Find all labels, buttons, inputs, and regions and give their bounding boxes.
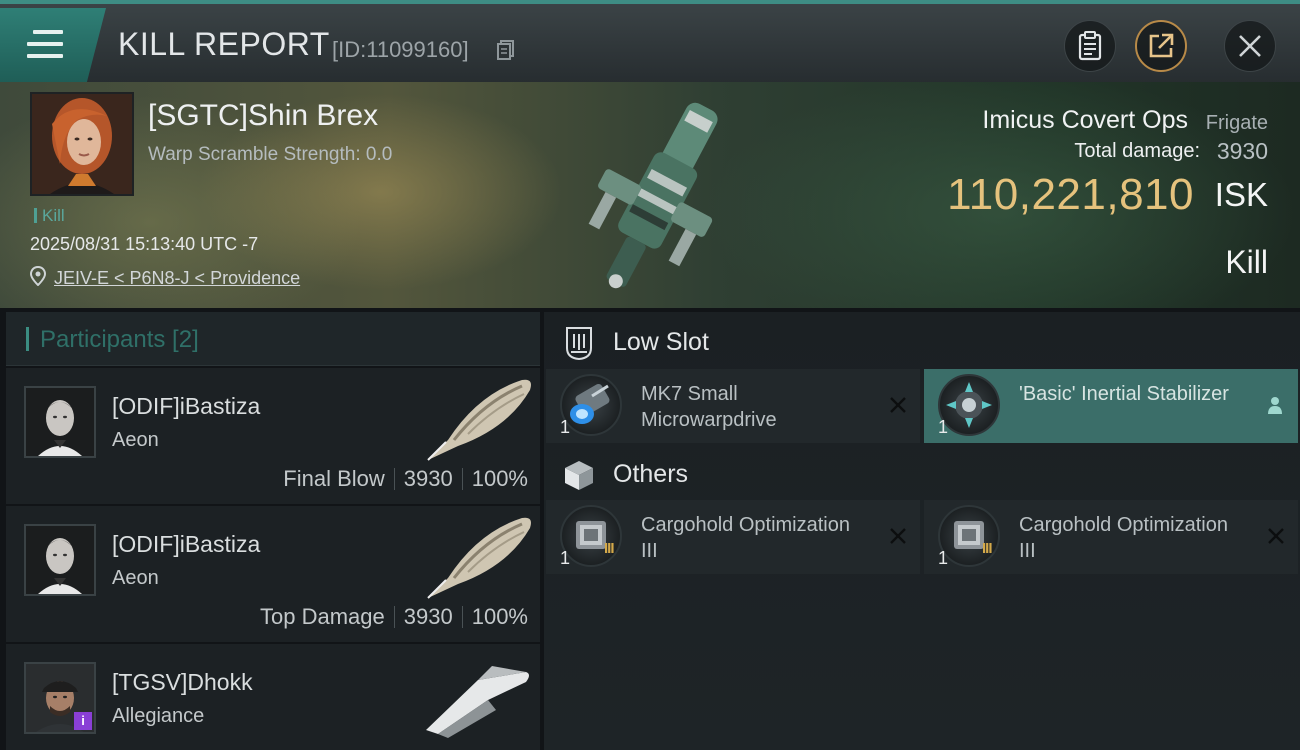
low-slot-title: Low Slot (613, 328, 709, 356)
close-button[interactable] (1224, 20, 1276, 72)
participant-avatar[interactable]: i (24, 662, 96, 734)
participants-panel: Participants [2] [ODIF]iBastiza Aeon Fin… (6, 312, 540, 750)
victim-name[interactable]: [SGTC]Shin Brex (148, 99, 378, 133)
module-quantity: 1 (560, 417, 571, 437)
participant-name[interactable]: [TGSV]Dhokk (112, 669, 253, 696)
participant-ship: Allegiance (112, 705, 205, 727)
total-damage-label: Total damage: (1074, 140, 1200, 162)
location-link[interactable]: JEIV-E < P6N8-J < Providence (54, 268, 300, 289)
total-damage-value: 3930 (1216, 138, 1268, 164)
dropped-person-icon (1268, 397, 1282, 414)
participant-name[interactable]: [ODIF]iBastiza (112, 531, 260, 558)
participant-role: Final Blow (283, 466, 385, 491)
participant-role: Top Damage (260, 604, 385, 629)
report-id: [ID:11099160] (332, 37, 469, 62)
module-quantity: 1 (560, 548, 571, 568)
participant-avatar[interactable] (24, 524, 96, 596)
participant-avatar[interactable] (24, 386, 96, 458)
participant-damage: 3930 (403, 604, 453, 629)
participant-row[interactable]: [ODIF]iBastiza Aeon Top Damage 3930 100% (6, 506, 540, 642)
participant-ship: Aeon (112, 429, 159, 451)
destroyed-x-icon (890, 528, 906, 544)
participant-damage: 3930 (403, 466, 453, 491)
participant-percent: 100% (471, 604, 528, 629)
module-quantity: 1 (938, 417, 949, 437)
victim-avatar (32, 94, 132, 194)
victim-ship-class: Frigate (1205, 112, 1268, 134)
module-slot[interactable]: III 1 Cargohold Optimization III (546, 500, 920, 574)
module-name: Cargohold Optimization III (1019, 514, 1228, 562)
participant-percent: 100% (471, 466, 528, 491)
header-bar: KILL REPORT [ID:11099160] (0, 0, 1300, 82)
copy-icon[interactable] (497, 40, 515, 60)
victim-ship-name: Imicus Covert Ops (982, 106, 1188, 134)
isk-unit: ISK (1214, 176, 1268, 213)
low-slot-icon (566, 327, 592, 360)
victim-banner: [SGTC]Shin Brex Warp Scramble Strength: … (0, 82, 1300, 308)
victim-portrait[interactable] (30, 92, 134, 196)
clipboard-button[interactable] (1064, 20, 1116, 72)
allegiance-ship-icon (426, 666, 529, 738)
victim-ship-render (588, 102, 718, 289)
clipboard-icon (1078, 31, 1102, 61)
module-name: Cargohold Optimization III (641, 514, 850, 562)
others-header: Others (544, 446, 1300, 502)
menu-icon (27, 30, 63, 60)
corp-badge: i (74, 712, 92, 730)
aeon-ship-icon (427, 517, 531, 599)
kill-tag: Kill (34, 206, 65, 226)
isk-value: 110,221,810 (947, 170, 1194, 219)
low-slot-header: Low Slot (544, 314, 1300, 370)
participant-ship: Aeon (112, 567, 159, 589)
module-name: MK7 Small Microwarpdrive (641, 383, 777, 431)
kill-datetime: 2025/08/31 15:13:40 UTC -7 (30, 234, 259, 254)
module-name: 'Basic' Inertial Stabilizer (1019, 383, 1229, 405)
participant-row[interactable]: [ODIF]iBastiza Aeon Final Blow 3930 100% (6, 368, 540, 504)
warp-scramble-strength: Warp Scramble Strength: 0.0 (148, 144, 393, 165)
menu-button[interactable] (0, 8, 106, 82)
tier-badge: III (982, 540, 992, 557)
others-title: Others (613, 460, 689, 488)
cube-icon (565, 461, 593, 490)
participant-row[interactable]: i [TGSV]Dhokk Allegiance (6, 644, 540, 750)
tier-badge: III (604, 540, 614, 557)
fitting-panel: Low Slot 1 MK7 Small Microwarpdrive 1 'B… (544, 312, 1300, 750)
share-icon (1149, 33, 1174, 58)
module-slot[interactable]: 1 MK7 Small Microwarpdrive (546, 369, 920, 443)
aeon-ship-icon (427, 379, 531, 461)
participant-stats: Top Damage 3930 100% (260, 604, 528, 630)
destroyed-x-icon (890, 397, 906, 413)
result-label: Kill (1225, 244, 1268, 280)
location-pin-icon (30, 266, 46, 286)
module-quantity: 1 (938, 548, 949, 568)
close-icon (1239, 35, 1261, 57)
module-slot[interactable]: III 1 Cargohold Optimization III (924, 500, 1298, 574)
page-title: KILL REPORT (118, 26, 330, 62)
participants-title: Participants [2] (40, 326, 199, 353)
participant-name[interactable]: [ODIF]iBastiza (112, 393, 260, 420)
destroyed-x-icon (1268, 528, 1284, 544)
participant-stats: Final Blow 3930 100% (283, 466, 528, 492)
share-button[interactable] (1135, 20, 1187, 72)
participants-header: Participants [2] (6, 312, 540, 366)
module-slot[interactable]: 1 'Basic' Inertial Stabilizer (924, 369, 1298, 443)
